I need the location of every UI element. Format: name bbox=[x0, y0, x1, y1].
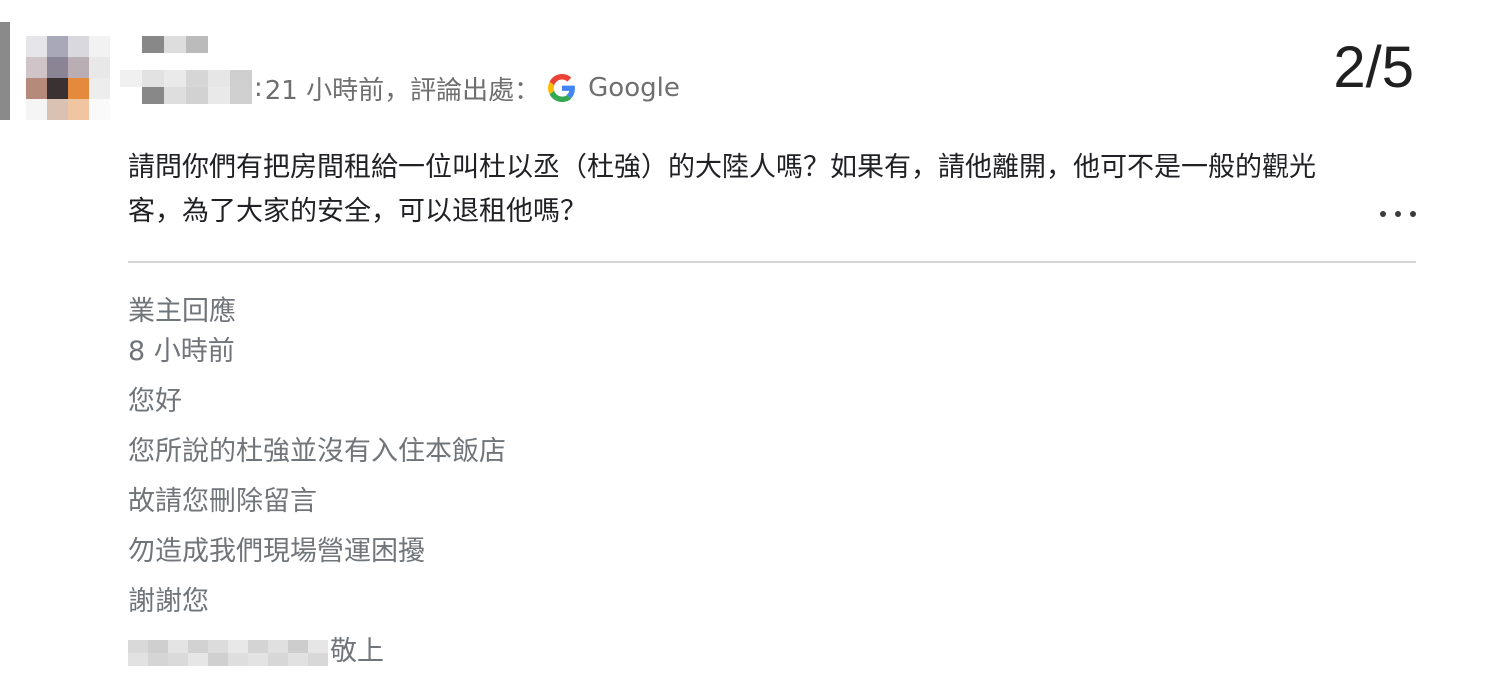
signature-redacted bbox=[128, 639, 328, 666]
google-icon bbox=[548, 74, 576, 102]
more-horiz-icon-dot bbox=[1395, 211, 1401, 217]
owner-reply-line: 您好 bbox=[128, 386, 182, 417]
owner-reply-line: 勿造成我們現場營運困擾 bbox=[128, 536, 425, 567]
owner-reply-signature: 敬上 bbox=[128, 632, 506, 682]
review-card: : 21 小時前 ， 評論出處： Google 2/5 請問你們有把房間租給一位… bbox=[0, 0, 1486, 692]
source-name: Google bbox=[588, 73, 680, 103]
owner-reply-heading: 業主回應 bbox=[128, 296, 236, 327]
meta-colon: : bbox=[254, 73, 263, 103]
owner-reply: 業主回應 8 小時前 您好 您所說的杜強並沒有入住本飯店 故請您刪除留言 勿造成… bbox=[128, 292, 506, 682]
card-accent-bar bbox=[0, 22, 10, 120]
review-time: 21 小時前 bbox=[264, 75, 385, 106]
more-options-button[interactable] bbox=[1380, 204, 1416, 224]
review-meta: : 21 小時前 ， 評論出處： Google bbox=[252, 70, 680, 106]
owner-reply-line: 故請您刪除留言 bbox=[128, 486, 317, 517]
source-label: 評論出處： bbox=[410, 75, 541, 106]
signature-suffix: 敬上 bbox=[330, 636, 384, 667]
divider bbox=[128, 261, 1416, 263]
review-counter: 2/5 bbox=[1333, 35, 1414, 100]
owner-reply-time: 8 小時前 bbox=[128, 336, 235, 367]
more-horiz-icon-dot bbox=[1410, 211, 1416, 217]
more-horiz-icon bbox=[1380, 211, 1386, 217]
owner-reply-line: 您所說的杜強並沒有入住本飯店 bbox=[128, 436, 506, 467]
reviewer-name-redacted bbox=[120, 36, 252, 104]
avatar bbox=[26, 36, 110, 120]
review-body: 請問你們有把房間租給一位叫杜以丞（杜強）的大陸人嗎？如果有，請他離開，他可不是一… bbox=[128, 152, 1316, 227]
owner-reply-line: 謝謝您 bbox=[128, 586, 209, 617]
meta-comma: ， bbox=[384, 75, 411, 106]
